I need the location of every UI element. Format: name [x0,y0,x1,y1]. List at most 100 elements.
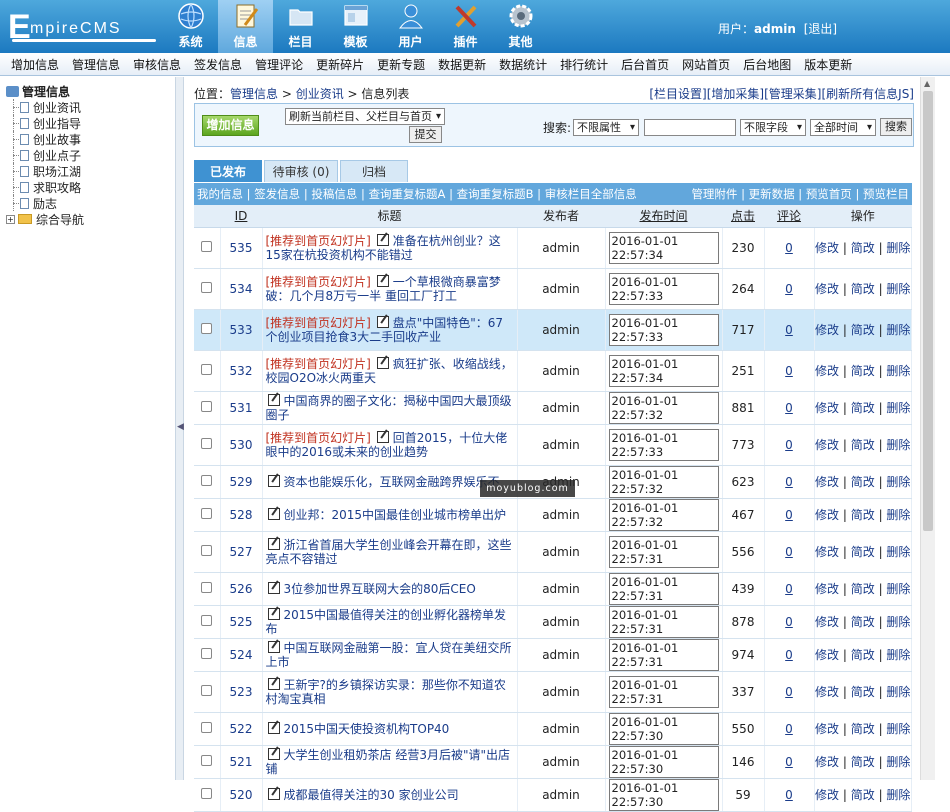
comments-link[interactable]: 0 [785,241,793,255]
table-row[interactable]: 534 [推荐到首页幻灯片] 一个草根微商暴富梦破：几个月8万亏一半 重回工厂打工… [194,268,912,310]
slide-tag[interactable]: [推荐到首页幻灯片] [266,431,371,445]
id-link[interactable]: 528 [230,508,253,522]
quick-edit-link[interactable]: 简改 [851,788,875,802]
quick-edit-link[interactable]: 简改 [851,438,875,452]
comments-link[interactable]: 0 [785,323,793,337]
quick-edit-link[interactable]: 简改 [851,615,875,629]
row-checkbox[interactable] [201,240,213,252]
subnav-item[interactable]: 更新碎片 [316,56,364,73]
comments-link[interactable]: 0 [785,545,793,559]
quick-edit-link[interactable]: 简改 [851,241,875,255]
time-col-header[interactable]: 发布时间 [605,205,722,228]
submit-button[interactable]: 提交 [409,126,442,143]
edit-link[interactable]: 修改 [815,722,839,736]
quick-edit-link[interactable]: 简改 [851,508,875,522]
title-link[interactable]: 成都最值得关注的30 家创业公司 [284,788,459,802]
table-row[interactable]: 520 成都最值得关注的30 家创业公司 admin 2016-01-01 22:57… [194,778,912,812]
tree-item[interactable]: 求职攻略 [6,179,175,195]
id-link[interactable]: 522 [230,722,253,736]
id-link[interactable]: 534 [230,282,253,296]
edit-link[interactable]: 修改 [815,364,839,378]
edit-link[interactable]: 修改 [815,438,839,452]
list-toolbar-link[interactable]: 签发信息 [254,187,300,201]
slide-tag[interactable]: [推荐到首页幻灯片] [266,316,371,330]
row-checkbox[interactable] [201,614,213,626]
title-link[interactable]: 大学生创业租奶茶店 经营3月后被"请"出店铺 [266,748,511,776]
edit-link[interactable]: 修改 [815,401,839,415]
delete-link[interactable]: 删除 [886,615,910,629]
delete-link[interactable]: 删除 [886,438,910,452]
delete-link[interactable]: 删除 [886,508,910,522]
title-link[interactable]: 王新宇?的乡镇探访实录：那些你不知道农村淘宝真相 [266,678,506,706]
id-link[interactable]: 521 [230,755,253,769]
logout-link[interactable]: [退出] [804,22,837,36]
subnav-item[interactable]: 管理评论 [255,56,303,73]
time-header-label[interactable]: 发布时间 [639,209,687,223]
add-collect-link[interactable]: [增加采集] [707,87,764,101]
tree-item[interactable]: 创业指导 [6,115,175,131]
title-link[interactable]: 资本也能娱乐化，互联网金融跨界娱乐不 [284,475,500,489]
subnav-item[interactable]: 增加信息 [11,56,59,73]
comments-link[interactable]: 0 [785,582,793,596]
row-checkbox[interactable] [201,544,213,556]
table-row[interactable]: 531 中国商界的圈子文化：揭秘中国四大最顶级圈子 admin 2016-01-01 … [194,391,912,425]
nav-item-1[interactable]: 信息 [218,0,273,53]
quick-edit-link[interactable]: 简改 [851,582,875,596]
quick-edit-link[interactable]: 简改 [851,475,875,489]
nav-item-6[interactable]: 其他 [493,0,548,53]
slide-tag[interactable]: [推荐到首页幻灯片] [266,357,371,371]
table-row[interactable]: 523 王新宇?的乡镇探访实录：那些你不知道农村淘宝真相 admin 2016-01-… [194,671,912,713]
crumb-manage[interactable]: 管理信息 [230,87,278,101]
title-link[interactable]: 中国互联网金融第一股：宜人贷在美纽交所上市 [266,641,512,669]
subnav-item[interactable]: 后台地图 [743,56,791,73]
field-select[interactable]: 不限字段 [740,118,807,136]
subnav-item[interactable]: 更新专题 [377,56,425,73]
delete-link[interactable]: 删除 [886,788,910,802]
edit-link[interactable]: 修改 [815,685,839,699]
quick-edit-link[interactable]: 简改 [851,755,875,769]
id-link[interactable]: 529 [230,475,253,489]
subnav-item[interactable]: 版本更新 [804,56,852,73]
manage-collect-link[interactable]: [管理采集] [764,87,821,101]
edit-link[interactable]: 修改 [815,648,839,662]
tab-0[interactable]: 已发布 (80) [194,160,262,201]
id-link[interactable]: 520 [230,788,253,802]
list-toolbar-link[interactable]: 查询重复标题A [369,187,446,201]
id-link[interactable]: 533 [230,323,253,337]
id-link[interactable]: 535 [230,241,253,255]
sidebar-splitter[interactable]: ◀ [176,77,184,780]
tab-2[interactable]: 归档 [340,160,408,182]
quick-edit-link[interactable]: 简改 [851,364,875,378]
row-checkbox[interactable] [201,721,213,733]
subnav-item[interactable]: 网站首页 [682,56,730,73]
delete-link[interactable]: 删除 [886,685,910,699]
subnav-item[interactable]: 审核信息 [133,56,181,73]
search-input[interactable] [644,118,737,136]
row-checkbox[interactable] [201,647,213,659]
id-link[interactable]: 525 [230,615,253,629]
comments-link[interactable]: 0 [785,282,793,296]
comments-col-header[interactable]: 评论 [764,205,814,228]
tree-root[interactable]: 管理信息 [6,83,175,99]
comments-link[interactable]: 0 [785,475,793,489]
list-toolbar-link[interactable]: 我的信息 [197,187,243,201]
list-toolbar-link[interactable]: 预览首页 [806,187,852,201]
edit-link[interactable]: 修改 [815,788,839,802]
table-row[interactable]: 525 2015中国最值得关注的创业孵化器榜单发布 admin 2016-01-01 … [194,605,912,639]
edit-link[interactable]: 修改 [815,508,839,522]
table-row[interactable]: 533 [推荐到首页幻灯片] 盘点"中国特色"：67个创业项目抢食3大二手回收产业… [194,309,912,351]
comments-link[interactable]: 0 [785,615,793,629]
attribute-select[interactable]: 不限属性 [573,118,640,136]
table-row[interactable]: 522 2015中国天使投资机构TOP40 admin 2016-01-01 22:5… [194,712,912,746]
comments-header-label[interactable]: 评论 [777,209,801,223]
row-checkbox[interactable] [201,437,213,449]
slide-tag[interactable]: [推荐到首页幻灯片] [266,275,371,289]
nav-item-3[interactable]: 模板 [328,0,383,53]
table-row[interactable]: 535 [推荐到首页幻灯片] 准备在杭州创业？这15家在杭投资机构不能错过 admi… [194,227,912,269]
delete-link[interactable]: 删除 [886,475,910,489]
table-row[interactable]: 526 3位参加世界互联网大会的80后CEO admin 2016-01-01 22:… [194,572,912,606]
row-checkbox[interactable] [201,363,213,375]
nav-item-5[interactable]: 插件 [438,0,493,53]
subnav-item[interactable]: 排行统计 [560,56,608,73]
crumb-column[interactable]: 创业资讯 [296,87,344,101]
